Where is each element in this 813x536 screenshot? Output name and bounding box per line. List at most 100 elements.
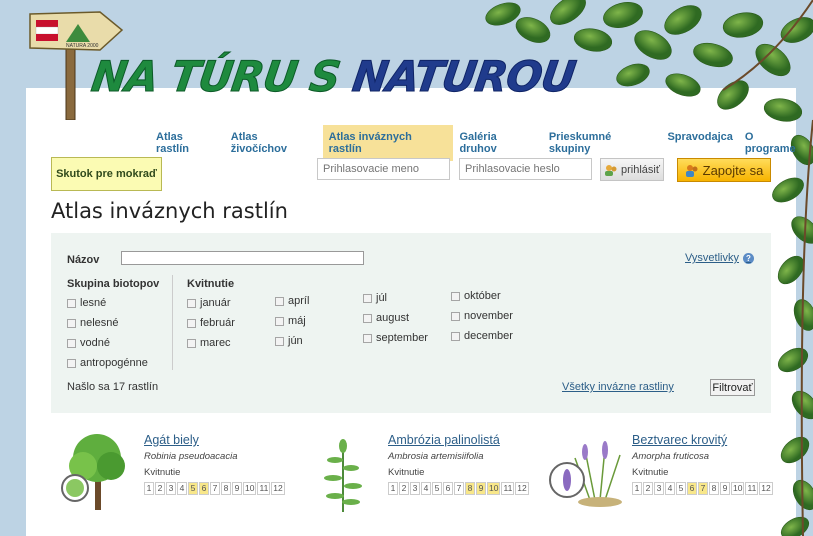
site-logo[interactable]: NA TÚRU S NATUROU (88, 52, 578, 102)
month-cell: 10 (731, 482, 745, 495)
help-icon: ? (743, 252, 754, 264)
all-invasive-plants-link[interactable]: Všetky invázne rastliny (562, 381, 674, 393)
month-cell: 3 (654, 482, 664, 495)
nav-item-6[interactable]: Spravodajca (661, 125, 738, 161)
month-cell: 12 (759, 482, 773, 495)
skutok-pre-mokrad-button[interactable]: Skutok pre mokraď (51, 157, 162, 191)
checkbox-icon[interactable] (363, 313, 372, 323)
checkbox-label: január (200, 297, 231, 309)
nav-item-3[interactable]: Atlas inváznych rastlín (322, 125, 454, 161)
plant-name-link[interactable]: Beztvarec krovitý (632, 433, 727, 447)
checkbox-icon[interactable] (451, 331, 460, 341)
month-cell: 5 (432, 482, 442, 495)
sign-text: NATURA 2000 (66, 43, 99, 49)
month-cell: 8 (709, 482, 719, 495)
checkbox-label: antropogénne (80, 357, 148, 369)
plant-card: Beztvarec krovitý Amorpha fruticosa Kvitnu… (545, 430, 785, 530)
plant-thumbnail-image[interactable] (57, 430, 142, 515)
month-checkbox-months_col2-1[interactable]: apríl (275, 295, 309, 307)
month-cell: 7 (454, 482, 464, 495)
checkbox-label: december (464, 330, 513, 342)
checkbox-icon[interactable] (451, 311, 460, 321)
checkbox-label: vodné (80, 337, 110, 349)
bloom-months-strip: 1 2 3 4 5 6 7 8 9 10 11 12 (144, 482, 286, 495)
month-checkbox-months_col2-3[interactable]: jún (275, 335, 303, 347)
checkbox-icon[interactable] (187, 318, 196, 328)
biotope-checkbox-3[interactable]: vodné (67, 337, 110, 349)
join-button[interactable]: Zapojte sa (677, 158, 771, 182)
password-input[interactable] (459, 158, 592, 180)
bloom-label: Kvitnutie (144, 467, 181, 478)
checkbox-icon[interactable] (451, 291, 460, 301)
checkbox-icon[interactable] (187, 298, 196, 308)
legend-link[interactable]: Vysvetlivky? (685, 252, 754, 264)
checkbox-label: máj (288, 315, 306, 327)
month-checkbox-months_col3-3[interactable]: september (363, 332, 428, 344)
join-button-label: Zapojte sa (702, 162, 764, 178)
nav-item-2[interactable]: Atlas živočíchov (225, 125, 323, 161)
checkbox-icon[interactable] (363, 333, 372, 343)
month-cell: 10 (243, 482, 257, 495)
nav-item-4[interactable]: Galéria druhov (453, 125, 542, 161)
plant-thumbnail-image[interactable] (301, 430, 386, 515)
month-cell: 4 (421, 482, 431, 495)
bloom-group-title: Kvitnutie (187, 278, 235, 290)
checkbox-label: október (464, 290, 501, 302)
checkbox-icon[interactable] (275, 296, 284, 306)
filter-panel: Názov Vysvetlivky? Skupina biotopov Kvit… (51, 233, 771, 413)
month-cell: 11 (257, 482, 271, 495)
plant-thumbnail-image[interactable] (545, 430, 630, 515)
login-button-label: prihlásiť (621, 163, 660, 176)
month-cell: 6 (443, 482, 453, 495)
month-checkbox-months_col4-2[interactable]: november (451, 310, 513, 322)
checkbox-icon[interactable] (67, 338, 76, 348)
month-cell: 3 (410, 482, 420, 495)
checkbox-label: február (200, 317, 235, 329)
month-checkbox-months_col1-1[interactable]: január (187, 297, 231, 309)
plant-name-link[interactable]: Agát biely (144, 433, 199, 447)
plant-card: Agát biely Robinia pseudoacacia Kvitnutie 1… (57, 430, 297, 530)
month-cell: 7 (698, 482, 708, 495)
month-cell: 7 (210, 482, 220, 495)
month-cell: 1 (632, 482, 642, 495)
nav-item-1[interactable]: Atlas rastlín (150, 125, 225, 161)
month-cell: 12 (271, 482, 285, 495)
checkbox-icon[interactable] (187, 338, 196, 348)
users-icon (685, 164, 698, 177)
nav-item-5[interactable]: Prieskumné skupiny (543, 125, 662, 161)
plant-latin-name: Robinia pseudoacacia (144, 451, 238, 462)
plant-name-link[interactable]: Ambrózia palinolistá (388, 433, 500, 447)
month-checkbox-months_col4-3[interactable]: december (451, 330, 513, 342)
month-checkbox-months_col1-3[interactable]: marec (187, 337, 231, 349)
month-cell: 6 (687, 482, 697, 495)
month-cell: 9 (232, 482, 242, 495)
month-checkbox-months_col2-2[interactable]: máj (275, 315, 306, 327)
checkbox-icon[interactable] (67, 358, 76, 368)
checkbox-label: september (376, 332, 428, 344)
checkbox-icon[interactable] (67, 298, 76, 308)
bloom-label: Kvitnutie (632, 467, 669, 478)
month-cell: 12 (515, 482, 529, 495)
username-input[interactable] (317, 158, 450, 180)
biotope-checkbox-1[interactable]: lesné (67, 297, 106, 309)
checkbox-icon[interactable] (363, 293, 372, 303)
checkbox-icon[interactable] (67, 318, 76, 328)
filter-button[interactable]: Filtrovať (710, 379, 755, 396)
month-checkbox-months_col3-1[interactable]: júl (363, 292, 387, 304)
login-button[interactable]: prihlásiť (600, 158, 664, 181)
month-checkbox-months_col3-2[interactable]: august (363, 312, 409, 324)
checkbox-label: jún (288, 335, 303, 347)
name-search-input[interactable] (121, 251, 364, 265)
bloom-label: Kvitnutie (388, 467, 425, 478)
biotope-checkbox-2[interactable]: nelesné (67, 317, 119, 329)
bloom-months-strip: 1 2 3 4 5 6 7 8 9 10 11 12 (388, 482, 530, 495)
checkbox-icon[interactable] (275, 336, 284, 346)
month-checkbox-months_col1-2[interactable]: február (187, 317, 235, 329)
month-cell: 9 (720, 482, 730, 495)
checkbox-icon[interactable] (275, 316, 284, 326)
nav-item-7[interactable]: O programe (739, 125, 813, 161)
month-cell: 1 (144, 482, 154, 495)
month-checkbox-months_col4-1[interactable]: október (451, 290, 501, 302)
logo-right-text: NATUROU (349, 52, 578, 102)
biotope-checkbox-4[interactable]: antropogénne (67, 357, 148, 369)
